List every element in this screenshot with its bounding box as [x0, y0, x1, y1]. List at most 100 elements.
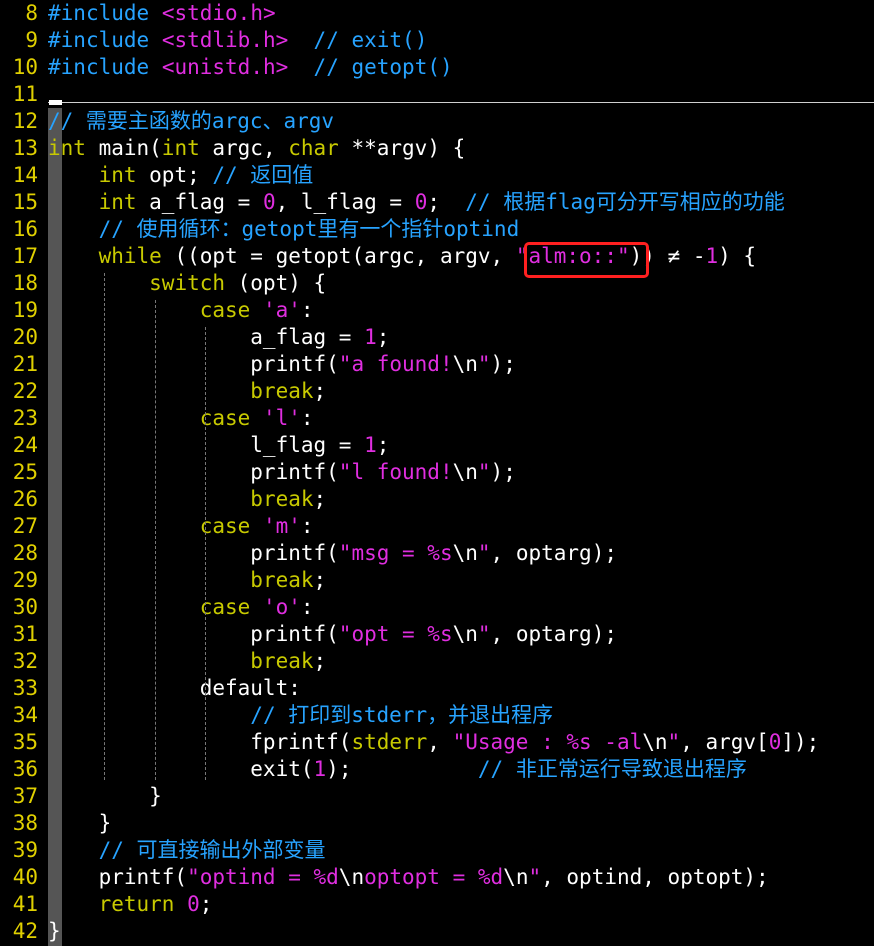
code-token: // 非正常运行导致退出程序	[477, 757, 747, 781]
code-line[interactable]: 11	[0, 81, 874, 108]
code-line[interactable]: 41 return 0;	[0, 891, 874, 918]
line-number: 12	[12, 109, 38, 133]
code-line[interactable]: 15 int a_flag = 0, l_flag = 0; // 根据flag…	[0, 189, 874, 216]
code-token: 0	[187, 892, 200, 916]
code-token: 'o'	[262, 595, 301, 619]
line-number: 17	[12, 244, 38, 268]
line-number: 40	[12, 865, 38, 889]
code-line[interactable]: 16 // 使用循环：getopt里有一个指针optind	[0, 216, 874, 243]
line-number: 22	[12, 379, 38, 403]
line-number: 42	[12, 919, 38, 943]
code-token: , argv[	[680, 730, 769, 754]
code-token: ;	[313, 487, 327, 511]
code-line[interactable]: 42}	[0, 918, 874, 945]
code-line[interactable]: 38 }	[0, 810, 874, 837]
line-text: break;	[48, 648, 326, 675]
code-token: printf(	[48, 622, 339, 646]
code-line[interactable]: 22 break;	[0, 378, 874, 405]
line-number: 15	[12, 190, 38, 214]
code-token: // 根据flag可分开写相应的功能	[465, 190, 785, 214]
code-line[interactable]: 12 // 需要主函数的argc、argv	[0, 108, 874, 135]
code-token: // 返回值	[212, 163, 314, 187]
code-line[interactable]: 40 printf("optind = %d\noptopt = %d\n", …	[0, 864, 874, 891]
code-line[interactable]: 29 break;	[0, 567, 874, 594]
code-line[interactable]: 10 #include <unistd.h> // getopt()	[0, 54, 874, 81]
line-number: 33	[12, 676, 38, 700]
code-token: \n	[452, 541, 478, 565]
code-line[interactable]: 37 }	[0, 783, 874, 810]
code-line[interactable]: 21 printf("a found!\n");	[0, 351, 874, 378]
code-editor[interactable]: 8 #include <stdio.h> 9 #include <stdlib.h> …	[0, 0, 874, 946]
code-token: break	[250, 568, 314, 592]
code-token: printf(	[48, 352, 339, 376]
code-line[interactable]: 13 int main(int argc, char **argv) {	[0, 135, 874, 162]
code-line[interactable]: 34 // 打印到stderr，并退出程序	[0, 702, 874, 729]
code-token: 1	[705, 244, 719, 268]
code-token: (opt) {	[225, 271, 327, 295]
code-token: , optarg);	[490, 622, 617, 646]
code-token: include	[60, 28, 162, 52]
line-text: #include <unistd.h> // getopt()	[48, 54, 453, 81]
code-token: printf(	[48, 460, 339, 484]
line-text: break;	[48, 567, 326, 594]
code-line[interactable]: 30 case 'o':	[0, 594, 874, 621]
line-text: printf("msg = %s\n", optarg);	[48, 540, 617, 567]
code-token: 1	[364, 433, 377, 457]
code-token: // 需要主函数的argc、argv	[48, 109, 335, 133]
line-number: 27	[12, 514, 38, 538]
code-line[interactable]: 31 printf("opt = %s\n", optarg);	[0, 621, 874, 648]
code-line[interactable]: 36 exit(1); // 非正常运行导致退出程序	[0, 756, 874, 783]
code-line[interactable]: 8 #include <stdio.h>	[0, 0, 874, 27]
line-text: printf("optind = %d\noptopt = %d\n", opt…	[48, 864, 769, 891]
code-line[interactable]: 14 int opt; // 返回值	[0, 162, 874, 189]
code-token: :	[300, 514, 314, 538]
code-line[interactable]: 18 switch (opt) {	[0, 270, 874, 297]
line-number: 41	[12, 892, 38, 916]
code-line[interactable]: 28 printf("msg = %s\n", optarg);	[0, 540, 874, 567]
code-line[interactable]: 39 // 可直接输出外部变量	[0, 837, 874, 864]
code-token: switch	[149, 271, 226, 295]
code-token: );	[490, 352, 516, 376]
line-number: 34	[12, 703, 38, 727]
code-token: fprintf(	[48, 730, 352, 754]
code-token: 1	[364, 325, 377, 349]
code-line[interactable]: 24 l_flag = 1;	[0, 432, 874, 459]
code-token: }	[48, 784, 162, 808]
code-token: break	[250, 379, 314, 403]
code-line[interactable]: 32 break;	[0, 648, 874, 675]
code-token: \n	[452, 460, 478, 484]
line-text: // 需要主函数的argc、argv	[48, 108, 334, 135]
line-number: 19	[12, 298, 38, 322]
line-number: 8	[25, 1, 38, 25]
code-token: 'l'	[262, 406, 301, 430]
code-line[interactable]: 9 #include <stdlib.h> // exit()	[0, 27, 874, 54]
line-number: 23	[12, 406, 38, 430]
code-line[interactable]: 20 a_flag = 1;	[0, 324, 874, 351]
code-line[interactable]: 33 default:	[0, 675, 874, 702]
code-token: "	[477, 541, 491, 565]
code-token: #	[48, 55, 61, 79]
line-number: 20	[12, 325, 38, 349]
code-token: \n	[452, 622, 478, 646]
line-number: 10	[12, 55, 38, 79]
code-token: 'm'	[262, 514, 301, 538]
code-line[interactable]: 23 case 'l':	[0, 405, 874, 432]
line-number: 39	[12, 838, 38, 862]
code-line[interactable]: 17 while ((opt = getopt(argc, argv, "alm…	[0, 243, 874, 270]
code-token: "l found!	[338, 460, 453, 484]
code-token: :	[300, 595, 314, 619]
code-line[interactable]: 27 case 'm':	[0, 513, 874, 540]
code-line[interactable]: 25 printf("l found!\n");	[0, 459, 874, 486]
code-line[interactable]: 26 break;	[0, 486, 874, 513]
code-line[interactable]: 35 fprintf(stderr, "Usage : %s -al\n", a…	[0, 729, 874, 756]
line-text: case 'm':	[48, 513, 314, 540]
code-line[interactable]: 19 case 'a':	[0, 297, 874, 324]
line-text: // 打印到stderr，并退出程序	[48, 702, 553, 729]
